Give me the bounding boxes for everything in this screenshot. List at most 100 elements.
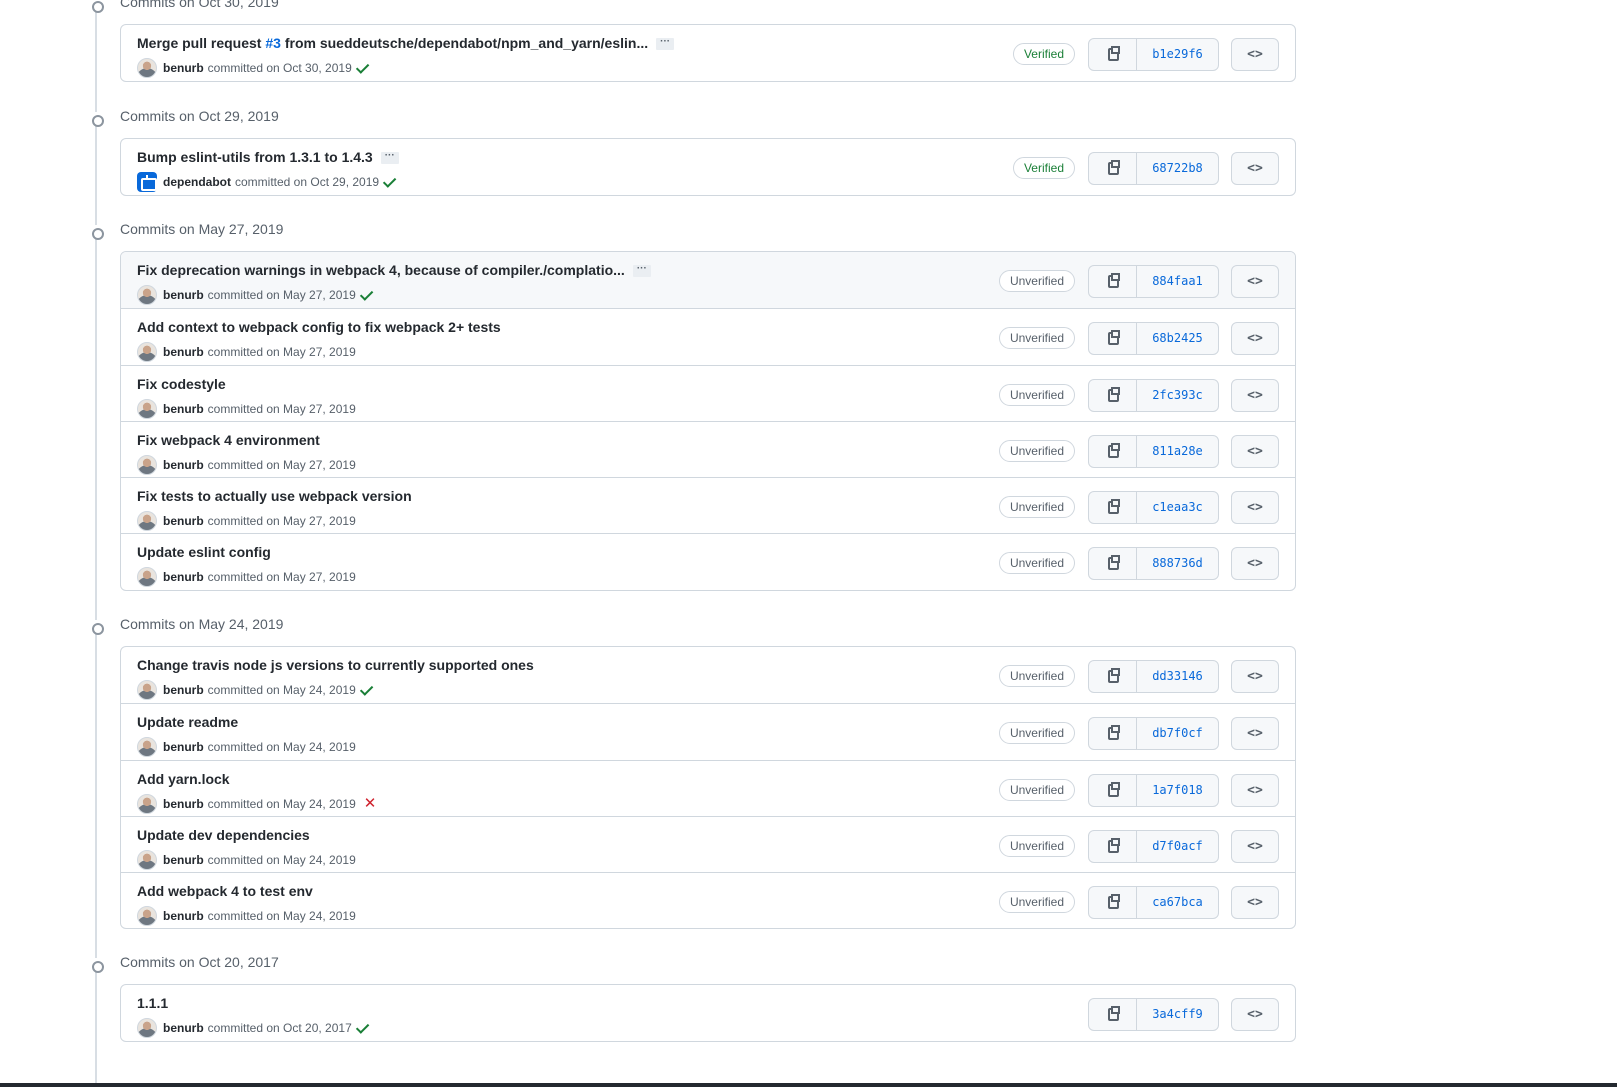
commit-message-text[interactable]: Update dev dependencies [137,827,310,843]
author-avatar[interactable] [137,906,157,927]
verification-badge[interactable]: Unverified [998,496,1075,519]
author-avatar[interactable] [137,793,157,814]
browse-repo-button[interactable]: <> [1231,322,1279,356]
author-name[interactable]: benurb [163,458,204,472]
check-icon[interactable] [355,1019,370,1034]
commit-message-text[interactable]: Add context to webpack config to fix web… [137,319,501,335]
commit-message[interactable]: Add yarn.lock [137,771,230,787]
copy-sha-button[interactable] [1089,830,1137,862]
commit-message-text[interactable]: Add webpack 4 to test env [137,883,313,899]
commit-message[interactable]: Update readme [137,714,238,730]
commit-sha-link[interactable]: 888736d [1137,548,1218,579]
author-avatar[interactable] [137,567,157,588]
commit-message-rest[interactable]: from sueddeutsche/dependabot/npm_and_yar… [281,35,648,51]
author-avatar[interactable] [137,849,157,870]
commit-message[interactable]: Add webpack 4 to test env [137,883,313,899]
author-name[interactable]: benurb [163,740,204,754]
check-icon[interactable] [355,59,370,74]
author-name[interactable]: benurb [163,61,204,75]
author-avatar[interactable] [137,737,157,758]
commit-sha-link[interactable]: d7f0acf [1137,831,1218,862]
author-name[interactable]: dependabot [163,175,231,189]
copy-sha-button[interactable] [1089,774,1137,806]
author-name[interactable]: benurb [163,345,204,359]
verification-badge[interactable]: Unverified [998,552,1075,575]
commit-message[interactable]: Fix tests to actually use webpack versio… [137,488,412,504]
copy-sha-button[interactable] [1089,153,1137,184]
author-avatar[interactable] [137,398,157,419]
browse-repo-button[interactable]: <> [1231,717,1279,751]
expand-message-button[interactable]: ··· [380,151,399,165]
browse-repo-button[interactable]: <> [1231,998,1279,1031]
commit-message[interactable]: Fix webpack 4 environment [137,432,320,448]
browse-repo-button[interactable]: <> [1231,491,1279,525]
verification-badge[interactable]: Verified [1012,157,1075,179]
issue-link[interactable]: #3 [265,35,281,51]
browse-repo-button[interactable]: <> [1231,38,1279,71]
author-avatar[interactable] [137,1018,157,1038]
author-name[interactable]: benurb [163,1021,204,1035]
author-avatar[interactable] [137,58,157,78]
copy-sha-button[interactable] [1089,887,1137,919]
author-name[interactable]: benurb [163,909,204,923]
commit-message[interactable]: Change travis node js versions to curren… [137,657,534,673]
verification-badge[interactable]: Unverified [998,834,1075,857]
commit-message[interactable]: 1.1.1 [137,995,168,1011]
author-name[interactable]: benurb [163,853,204,867]
verification-badge[interactable]: Unverified [998,891,1075,914]
commit-message[interactable]: Fix codestyle [137,376,226,392]
verification-badge[interactable]: Verified [1012,43,1075,65]
commit-message-text[interactable]: Merge pull request [137,35,265,51]
verification-badge[interactable]: Unverified [998,327,1075,350]
commit-sha-link[interactable]: dd33146 [1137,661,1218,692]
author-name[interactable]: benurb [163,288,204,302]
browse-repo-button[interactable]: <> [1231,773,1279,807]
commit-sha-link[interactable]: 3a4cff9 [1137,999,1218,1030]
commit-sha-link[interactable]: ca67bca [1137,887,1218,918]
verification-badge[interactable]: Unverified [998,383,1075,406]
copy-sha-button[interactable] [1089,999,1137,1030]
commit-message-text[interactable]: Add yarn.lock [137,771,230,787]
browse-repo-button[interactable]: <> [1231,886,1279,920]
check-icon[interactable] [359,681,374,696]
commit-message-text[interactable]: Fix webpack 4 environment [137,432,320,448]
commit-sha-link[interactable]: c1eaa3c [1137,492,1218,523]
expand-message-button[interactable]: ··· [656,37,675,51]
author-name[interactable]: benurb [163,683,204,697]
commit-message-text[interactable]: 1.1.1 [137,995,168,1011]
copy-sha-button[interactable] [1089,435,1137,467]
copy-sha-button[interactable] [1089,492,1137,524]
copy-sha-button[interactable] [1089,548,1137,580]
copy-sha-button[interactable] [1089,661,1137,692]
commit-message[interactable]: Bump eslint-utils from 1.3.1 to 1.4.3 ··· [137,149,399,165]
copy-sha-button[interactable] [1089,379,1137,411]
copy-sha-button[interactable] [1089,39,1137,70]
author-avatar[interactable] [137,285,157,305]
verification-badge[interactable]: Unverified [998,270,1075,292]
commit-sha-link[interactable]: b1e29f6 [1137,39,1218,70]
browse-repo-button[interactable]: <> [1231,265,1279,298]
x-icon[interactable]: ✕ [364,796,377,811]
commit-message-text[interactable]: Change travis node js versions to curren… [137,657,534,673]
browse-repo-button[interactable]: <> [1231,152,1279,185]
commit-sha-link[interactable]: 884faa1 [1137,266,1218,297]
commit-message[interactable]: Update eslint config [137,544,271,560]
verification-badge[interactable]: Unverified [998,439,1075,462]
commit-sha-link[interactable]: 2fc393c [1137,380,1218,411]
commit-sha-link[interactable]: 68b2425 [1137,323,1218,354]
copy-sha-button[interactable] [1089,266,1137,297]
browse-repo-button[interactable]: <> [1231,660,1279,693]
commit-sha-link[interactable]: 68722b8 [1137,153,1218,184]
browse-repo-button[interactable]: <> [1231,378,1279,412]
author-avatar[interactable] [137,454,157,475]
author-avatar[interactable] [137,172,157,192]
author-name[interactable]: benurb [163,514,204,528]
commit-message[interactable]: Add context to webpack config to fix web… [137,319,501,335]
copy-sha-button[interactable] [1089,323,1137,355]
commit-message[interactable]: Fix deprecation warnings in webpack 4, b… [137,262,651,278]
commit-sha-link[interactable]: 811a28e [1137,436,1218,467]
commit-message-text[interactable]: Fix codestyle [137,376,226,392]
commit-message-text[interactable]: Fix deprecation warnings in webpack 4, b… [137,262,625,278]
commit-message[interactable]: Update dev dependencies [137,827,310,843]
expand-message-button[interactable]: ··· [632,264,651,278]
